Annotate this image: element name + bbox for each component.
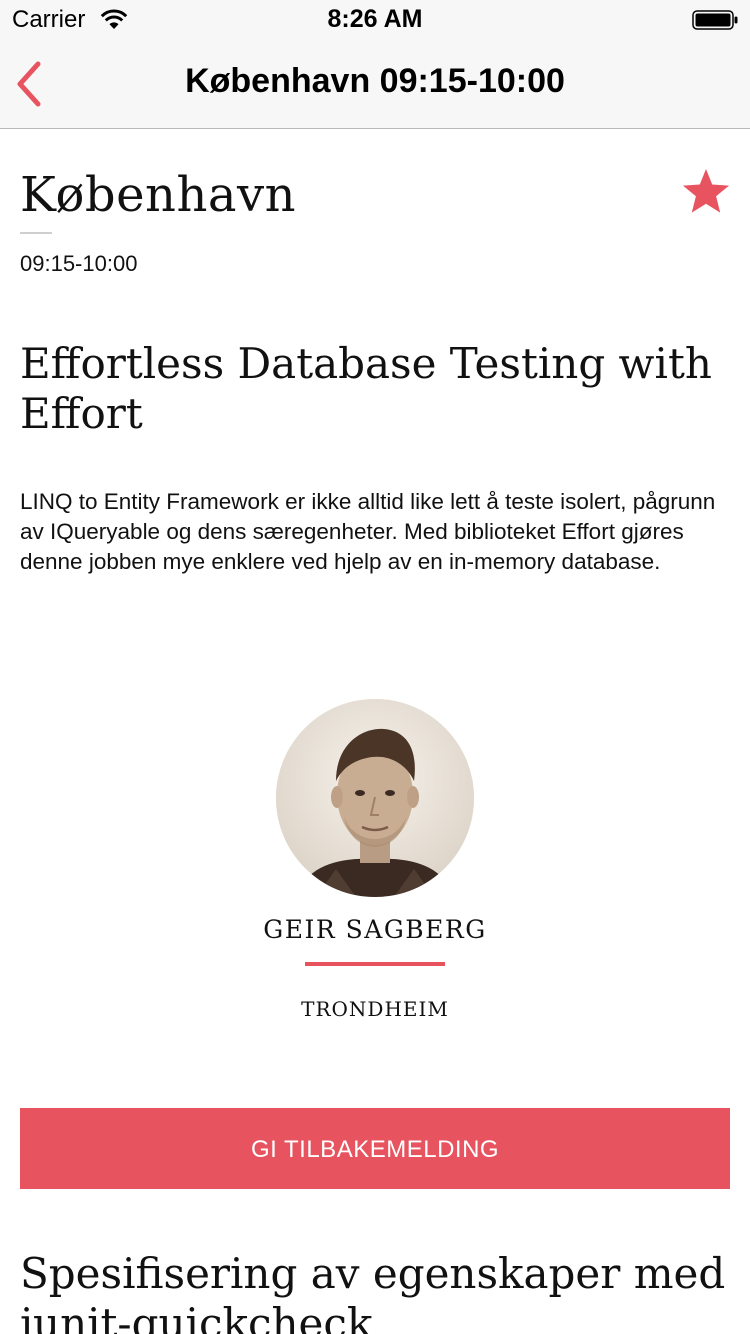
nav-title: København 09:15-10:00 [185, 62, 565, 100]
speaker-city: TRONDHEIM [301, 997, 449, 1021]
speaker-divider [305, 962, 445, 966]
status-time: 8:26 AM [327, 5, 423, 33]
speaker-avatar[interactable] [276, 699, 474, 897]
star-icon [683, 169, 729, 213]
room-divider [20, 232, 52, 234]
session-time: 09:15-10:00 [20, 251, 138, 276]
speaker-name[interactable]: GEIR SAGBERG [0, 915, 750, 944]
battery-icon [692, 10, 738, 30]
navigation-bar: København 09:15-10:00 [0, 40, 750, 128]
session-description: LINQ to Entity Framework er ikke alltid … [20, 489, 716, 574]
room-name: København [20, 167, 297, 223]
session-detail-screen: Carrier 8:26 AM København 09:15-10:00 Kø… [0, 0, 750, 1334]
session-title: Effortless Database Testing with Effort [20, 339, 712, 438]
top-bar: Carrier 8:26 AM København 09:15-10:00 [0, 0, 750, 129]
next-session-title[interactable]: Spesifisering av egenskaper med junit-qu… [20, 1249, 730, 1334]
feedback-button[interactable]: GI TILBAKEMELDING [20, 1108, 730, 1189]
status-bar: Carrier 8:26 AM [0, 0, 750, 40]
favorite-button[interactable] [681, 167, 731, 217]
speaker-photo [276, 699, 474, 897]
